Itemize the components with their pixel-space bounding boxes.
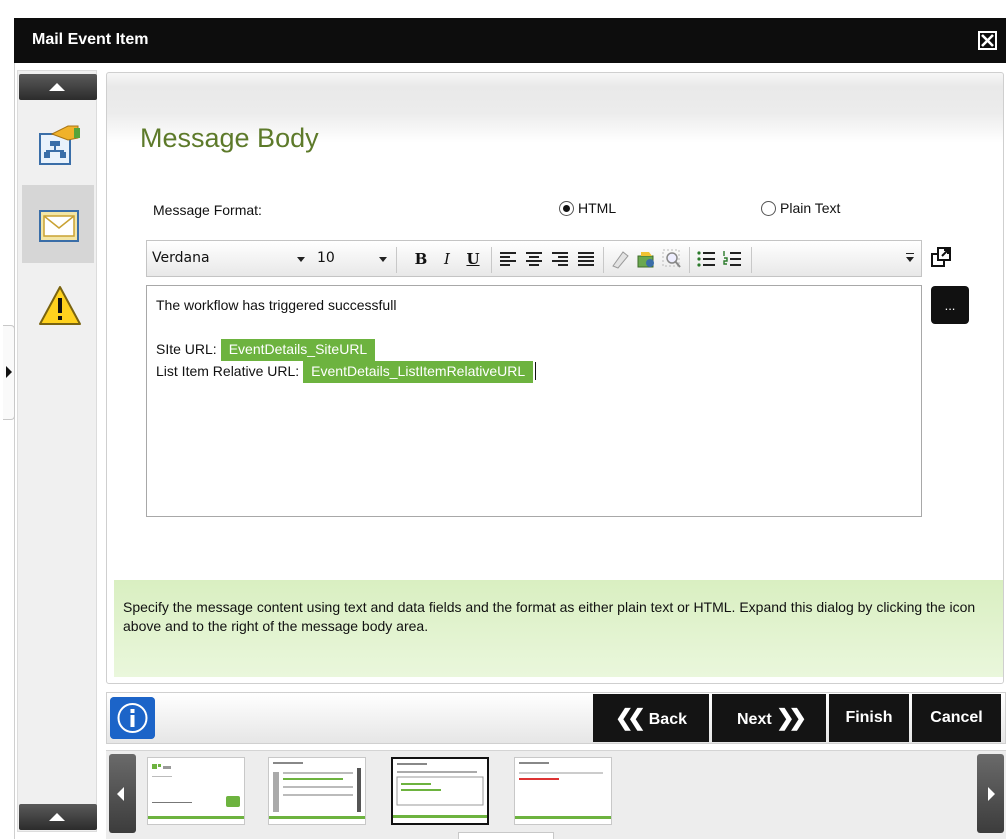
toolbar-separator — [689, 247, 690, 273]
page-preview — [393, 763, 487, 818]
message-body-editor[interactable]: The workflow has triggered successfull S… — [146, 285, 922, 517]
arrow-left-icon — [117, 787, 124, 801]
toolbar-overflow-icon[interactable] — [906, 253, 914, 262]
page-preview — [148, 764, 244, 819]
thumbnail-page-3[interactable] — [391, 757, 489, 825]
page-preview — [515, 762, 611, 819]
align-justify-icon[interactable] — [575, 248, 597, 270]
font-size-value: 10 — [317, 250, 335, 266]
list-url-field-token[interactable]: EventDetails_ListItemRelativeURL — [303, 361, 534, 383]
align-center-icon[interactable] — [523, 248, 545, 270]
format-option-label: Plain Text — [780, 200, 841, 216]
editor-line: The workflow has triggered successfull — [156, 297, 397, 313]
toolbar-separator — [396, 247, 397, 273]
thumbnail-page-2[interactable] — [268, 757, 366, 825]
thumbnails-next-button[interactable] — [977, 754, 1004, 833]
format-option-label: HTML — [578, 200, 617, 216]
window-title: Mail Event Item — [32, 31, 149, 48]
chevron-down-icon[interactable] — [297, 257, 305, 262]
message-mail-icon — [39, 210, 79, 242]
help-hint: Specify the message content using text a… — [114, 580, 1003, 677]
arrow-up-icon — [49, 83, 65, 91]
rail-item-destination[interactable] — [22, 105, 94, 183]
destination-users-icon — [39, 125, 80, 165]
insert-field-button[interactable]: ... — [931, 286, 969, 324]
info-icon[interactable] — [110, 697, 155, 739]
page-preview — [269, 762, 365, 819]
close-icon[interactable] — [977, 30, 998, 51]
italic-button[interactable]: I — [435, 247, 459, 271]
editor-line-list-url: List Item Relative URL: EventDetails_List… — [156, 361, 912, 383]
arrow-up-icon — [49, 813, 65, 821]
eraser-icon[interactable] — [609, 248, 631, 270]
thumbnail-page-1[interactable] — [147, 757, 245, 825]
insert-image-icon[interactable] — [635, 248, 657, 270]
editor-toolbar: Verdana 10 B I U — [146, 240, 922, 277]
double-chevron-right-icon: ❯❯ — [776, 705, 807, 730]
align-left-icon[interactable] — [497, 248, 519, 270]
expand-arrow-icon — [6, 366, 12, 378]
step-rail — [17, 70, 97, 832]
finish-button[interactable]: Finish — [829, 694, 909, 742]
rail-scroll-up-button[interactable] — [19, 74, 97, 100]
double-chevron-left-icon: ❮❮ — [614, 705, 646, 730]
font-size-select[interactable]: 10 — [317, 250, 357, 272]
rail-scroll-down-button[interactable] — [19, 804, 97, 830]
site-url-label: SIte URL: — [156, 341, 217, 357]
font-family-value: Verdana — [152, 250, 210, 266]
find-replace-icon[interactable] — [661, 248, 683, 270]
bold-button[interactable]: B — [409, 247, 433, 271]
font-family-select[interactable]: Verdana — [152, 250, 297, 272]
side-panel-toggle[interactable] — [3, 325, 15, 420]
format-radio-plain-text[interactable]: Plain Text — [761, 200, 840, 218]
bottom-splitter-tab[interactable] — [458, 832, 554, 839]
list-url-label: List Item Relative URL: — [156, 363, 300, 379]
cancel-button[interactable]: Cancel — [912, 694, 1001, 742]
numbered-list-icon[interactable] — [721, 248, 743, 270]
align-right-icon[interactable] — [549, 248, 571, 270]
warning-icon — [39, 286, 81, 325]
editor-line-site-url: SIte URL: EventDetails_SiteURL — [156, 339, 912, 361]
expand-editor-icon[interactable] — [930, 246, 952, 268]
toolbar-separator — [491, 247, 492, 273]
rail-item-warning[interactable] — [22, 265, 94, 343]
page-title: Message Body — [140, 123, 319, 153]
next-label: Next — [736, 711, 772, 728]
back-label: Back — [648, 711, 687, 728]
wizard-window: Mail Event Item Message Body Message For… — [0, 0, 1006, 839]
thumbnails-prev-button[interactable] — [109, 754, 136, 833]
message-format-label: Message Format: — [153, 202, 262, 218]
rail-item-message[interactable] — [22, 185, 94, 263]
title-bar: Mail Event Item — [14, 18, 1006, 63]
site-url-field-token[interactable]: EventDetails_SiteURL — [220, 339, 376, 361]
arrow-right-icon — [988, 787, 995, 801]
back-button[interactable]: ❮❮ Back — [593, 694, 709, 742]
text-caret — [535, 362, 537, 380]
next-button[interactable]: Next ❯❯ — [712, 694, 826, 742]
toolbar-separator — [603, 247, 604, 273]
radio-unselected-icon — [761, 201, 776, 216]
chevron-down-icon[interactable] — [379, 257, 387, 262]
underline-button[interactable]: U — [461, 247, 485, 271]
radio-selected-icon — [559, 201, 574, 216]
thumbnail-page-4[interactable] — [514, 757, 612, 825]
bullet-list-icon[interactable] — [695, 248, 717, 270]
toolbar-separator — [751, 247, 752, 273]
format-radio-html[interactable]: HTML — [559, 200, 616, 218]
